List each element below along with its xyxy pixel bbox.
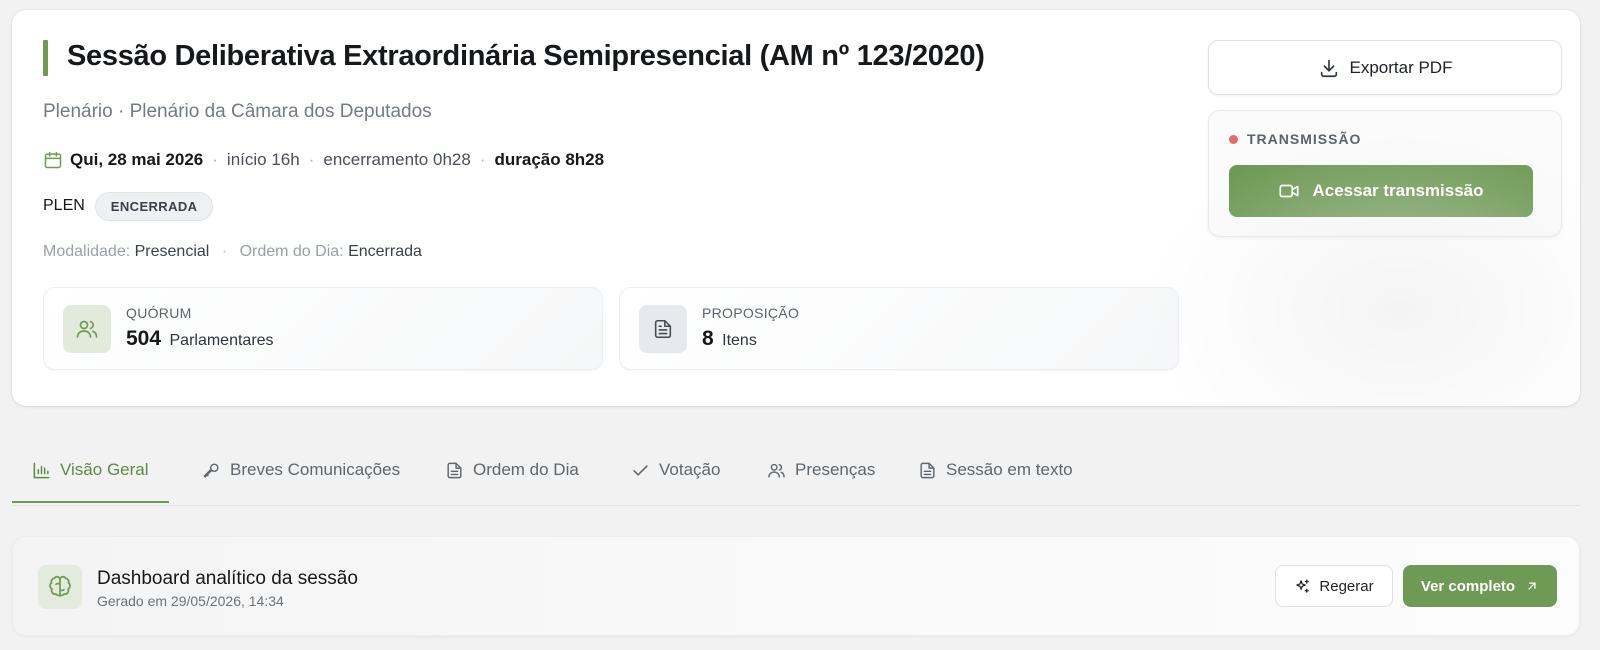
sparkles-icon [1294, 578, 1311, 595]
quorum-value: 504 [126, 327, 162, 350]
tab-label: Votação [659, 460, 721, 479]
users-icon [767, 461, 786, 480]
session-tabs: Visão Geral Breves Comunicações Ordem do… [12, 440, 1580, 506]
tab-label: Ordem do Dia [473, 460, 579, 479]
dashboard-generated-timestamp: Gerado em 29/05/2026, 14:34 [97, 593, 284, 609]
analytics-dashboard-card: Dashboard analítico da sessão Gerado em … [12, 536, 1580, 636]
live-indicator-icon [1229, 134, 1238, 144]
agenda-label: Ordem do Dia: [239, 243, 344, 260]
separator-dot: · [308, 150, 315, 169]
modality-label: Modalidade: [43, 243, 131, 260]
document-icon [639, 305, 687, 353]
agenda-value: Encerrada [348, 243, 422, 260]
title-accent-bar [43, 40, 48, 76]
proposicao-label: PROPOSIÇÃO [702, 305, 800, 321]
page-title: Sessão Deliberativa Extraordinária Semip… [67, 40, 985, 72]
tab-ordem-do-dia[interactable]: Ordem do Dia [425, 440, 599, 500]
download-icon [1318, 57, 1340, 79]
tab-sessao-em-texto[interactable]: Sessão em texto [898, 440, 1093, 500]
tab-label: Breves Comunicações [230, 460, 401, 479]
tab-label: Presenças [795, 460, 876, 479]
brain-icon [38, 565, 82, 609]
quorum-unit: Parlamentares [169, 332, 274, 349]
quorum-card: QUÓRUM 504 Parlamentares [43, 287, 603, 370]
session-end: encerramento 0h28 [323, 150, 471, 169]
session-start: início 16h [226, 150, 300, 169]
session-header-card: Sessão Deliberativa Extraordinária Semip… [12, 10, 1580, 406]
quorum-value-row: 504 Parlamentares [126, 327, 274, 351]
view-full-button[interactable]: Ver completo [1403, 565, 1557, 607]
access-transmission-button[interactable]: Acessar transmissão [1229, 165, 1533, 217]
users-icon [63, 305, 111, 353]
separator-dot: · [221, 243, 228, 260]
document-icon [918, 461, 937, 480]
document-icon [445, 461, 464, 480]
status-badge: ENCERRADA [94, 191, 214, 221]
tab-label: Visão Geral [60, 460, 149, 479]
regenerate-label: Regerar [1319, 577, 1374, 595]
bar-chart-icon [32, 461, 51, 480]
transmission-heading-row: TRANSMISSÃO [1229, 131, 1361, 147]
arrow-up-right-icon [1525, 579, 1539, 593]
proposicao-value: 8 [702, 327, 714, 350]
session-schedule: Qui, 28 mai 2026 · início 16h · encerram… [43, 148, 604, 172]
proposicao-card: PROPOSIÇÃO 8 Itens [619, 287, 1179, 370]
dashboard-title: Dashboard analítico da sessão [97, 568, 358, 589]
transmission-heading: TRANSMISSÃO [1247, 131, 1362, 147]
modality-value: Presencial [134, 243, 210, 260]
separator-dot: · [479, 150, 486, 169]
proposicao-value-row: 8 Itens [702, 327, 757, 351]
session-duration: duração 8h28 [494, 150, 605, 169]
tab-presencas[interactable]: Presenças [747, 440, 895, 500]
session-date: Qui, 28 mai 2026 [70, 150, 204, 169]
quorum-label: QUÓRUM [126, 305, 192, 321]
regenerate-button[interactable]: Regerar [1275, 565, 1393, 607]
tab-label: Sessão em texto [946, 460, 1073, 479]
proposicao-unit: Itens [722, 332, 757, 349]
org-code: PLEN [43, 197, 85, 214]
session-location: Plenário · Plenário da Câmara dos Deputa… [43, 101, 432, 122]
separator-dot: · [212, 150, 218, 169]
transmission-card: TRANSMISSÃO Acessar transmissão [1208, 110, 1562, 237]
export-pdf-label: Exportar PDF [1349, 57, 1453, 77]
video-camera-icon [1278, 180, 1300, 202]
export-pdf-button[interactable]: Exportar PDF [1208, 40, 1562, 95]
view-full-label: Ver completo [1420, 577, 1516, 595]
calendar-icon [43, 150, 63, 170]
check-icon [631, 461, 650, 480]
access-transmission-label: Acessar transmissão [1312, 181, 1484, 200]
tab-visao-geral[interactable]: Visão Geral [12, 440, 169, 503]
org-status-row: PLEN ENCERRADA [43, 190, 214, 222]
tab-breves-comunicacoes[interactable]: Breves Comunicações [182, 440, 420, 500]
tab-votacao[interactable]: Votação [611, 440, 740, 500]
mic-icon [202, 461, 221, 480]
session-modality-row: Modalidade: Presencial · Ordem do Dia: E… [43, 243, 422, 261]
